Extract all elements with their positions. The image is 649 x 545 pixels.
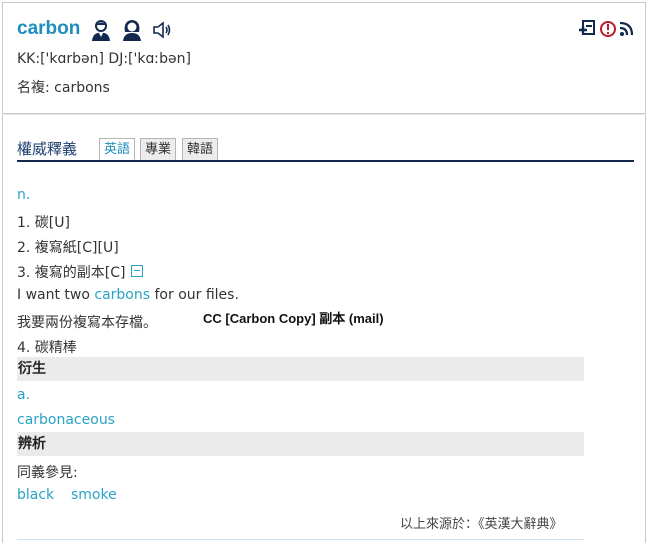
female-voice-icon[interactable] <box>120 18 144 42</box>
tab-underline <box>17 160 634 162</box>
pronunciation: KK:['kɑrbən] DJ:['kɑːbən] <box>17 51 191 67</box>
definition-4: 4. 碳精棒 <box>17 340 77 356</box>
synonym-link-smoke[interactable]: smoke <box>71 487 117 503</box>
synonym-link-black[interactable]: black <box>17 487 54 503</box>
example-pre: I want two <box>17 287 95 303</box>
speaker-icon[interactable] <box>151 18 175 42</box>
tab-professional[interactable]: 專業 <box>140 138 177 160</box>
headword: carbon <box>17 18 81 39</box>
example-post: for our files. <box>150 287 239 303</box>
cc-note: CC [Carbon Copy] 副本 (mail) <box>203 311 384 326</box>
plural-form: 名複: carbons <box>17 80 110 96</box>
section-title: 權威釋義 <box>17 140 78 158</box>
analysis-heading: 辨析 <box>17 432 584 456</box>
synonym-label: 同義參見: <box>17 465 78 481</box>
example-sentence: I want two carbons for our files. <box>17 287 239 303</box>
male-voice-icon[interactable] <box>89 18 113 42</box>
part-of-speech-noun: n. <box>17 187 31 203</box>
collapse-icon[interactable] <box>130 265 143 277</box>
definition-3-text: 3. 複寫的副本[C] <box>17 265 126 281</box>
header-divider-shadow <box>2 114 646 115</box>
example-translation: 我要兩份複寫本存檔。 <box>17 315 157 331</box>
tab-english[interactable]: 英語 <box>99 138 136 160</box>
definition-1: 1. 碳[U] <box>17 215 70 231</box>
derivative-link[interactable]: carbonaceous <box>17 412 115 428</box>
definition-3: 3. 複寫的副本[C] <box>17 262 143 282</box>
rss-icon[interactable] <box>619 20 635 42</box>
source-credit: 以上來源於：《英漢大辭典》 <box>400 517 563 532</box>
derivatives-heading: 衍生 <box>17 357 584 381</box>
add-to-vocab-icon[interactable] <box>578 20 596 42</box>
report-icon[interactable] <box>599 20 617 42</box>
example-link-carbons[interactable]: carbons <box>94 287 150 303</box>
part-of-speech-adjective: a. <box>17 387 31 403</box>
tab-korean[interactable]: 韓語 <box>182 138 219 160</box>
definition-2: 2. 複寫紙[C][U] <box>17 240 119 256</box>
bottom-divider <box>17 539 584 540</box>
